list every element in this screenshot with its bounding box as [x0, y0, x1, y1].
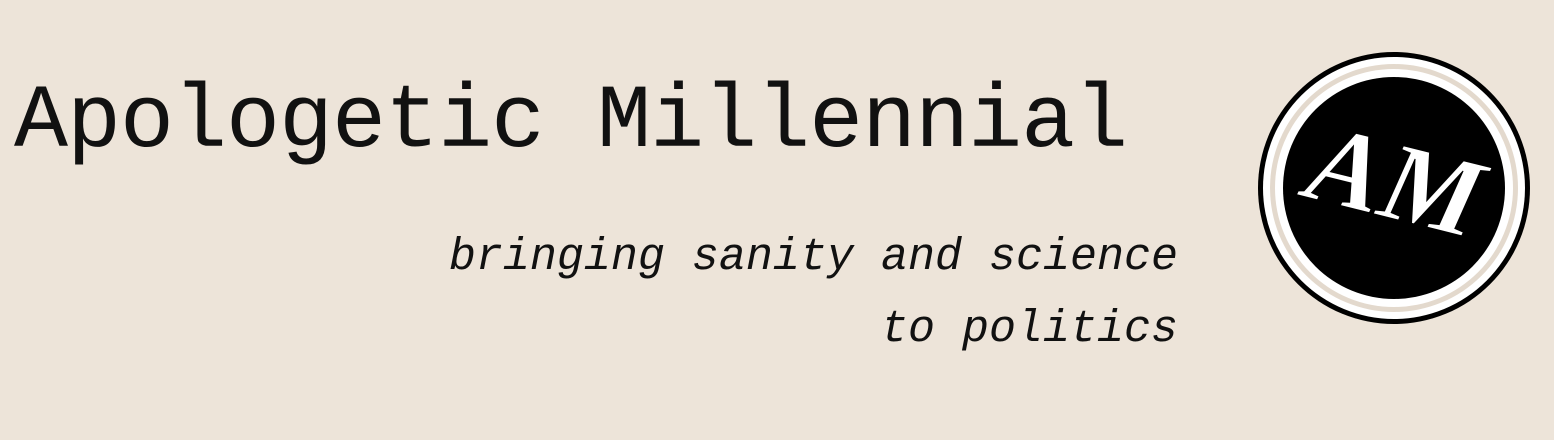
site-title[interactable]: Apologetic Millennial	[14, 78, 1128, 168]
am-logo-icon[interactable]: AM	[1256, 50, 1532, 326]
tagline-line-1: bringing sanity and science	[448, 232, 1178, 283]
site-header: Apologetic Millennial bringing sanity an…	[0, 0, 1554, 440]
site-tagline: bringing sanity and science to politics	[449, 222, 1178, 366]
tagline-line-2: to politics	[880, 304, 1178, 355]
